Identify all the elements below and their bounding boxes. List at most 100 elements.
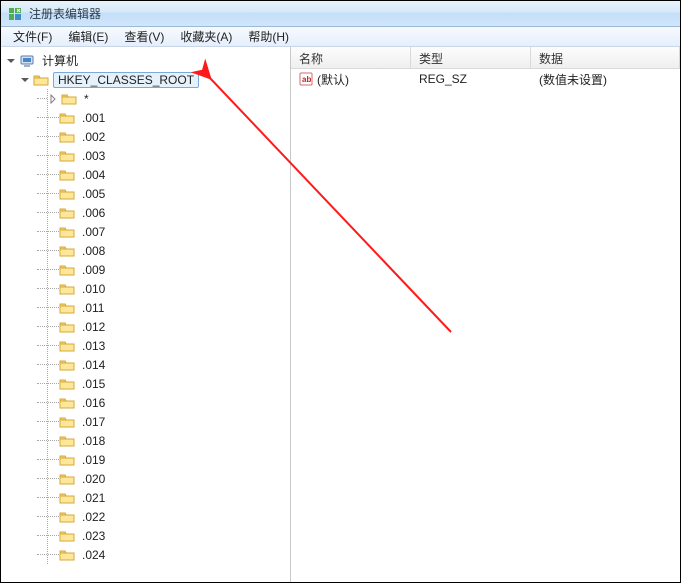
titlebar: 注册表编辑器: [1, 1, 680, 27]
tree-node-computer[interactable]: 计算机: [1, 51, 290, 70]
folder-icon: [59, 357, 75, 373]
tree-node-ext[interactable]: .001: [1, 108, 290, 127]
tree-node-ext[interactable]: .008: [1, 241, 290, 260]
tree-node-ext[interactable]: .004: [1, 165, 290, 184]
folder-icon: [59, 395, 75, 411]
tree-pane[interactable]: 计算机 HKEY_CLASSES_ROOT * .001 .002 .003 .004 .00…: [1, 47, 291, 582]
folder-icon: [59, 319, 75, 335]
value-type: REG_SZ: [411, 72, 531, 86]
value-data: (数值未设置): [531, 71, 680, 88]
menu-view[interactable]: 查看(V): [116, 27, 172, 46]
folder-icon: [59, 148, 75, 164]
column-data[interactable]: 数据: [531, 47, 680, 68]
tree-node-ext[interactable]: .005: [1, 184, 290, 203]
tree-label-ext: .006: [79, 206, 108, 220]
folder-icon: [33, 72, 49, 88]
tree-node-ext[interactable]: .012: [1, 317, 290, 336]
tree-node-ext[interactable]: .020: [1, 469, 290, 488]
folder-icon: [59, 338, 75, 354]
folder-icon: [59, 300, 75, 316]
value-name: (默认): [317, 71, 349, 88]
tree-node-ext[interactable]: .015: [1, 374, 290, 393]
tree-label-ext: .008: [79, 244, 108, 258]
tree-label-ext: .002: [79, 130, 108, 144]
values-pane: 名称 类型 数据 ab (默认) REG_SZ (数值未设置): [291, 47, 680, 582]
tree-node-ext[interactable]: .024: [1, 545, 290, 564]
expander-icon[interactable]: [5, 55, 17, 67]
tree-node-ext[interactable]: .002: [1, 127, 290, 146]
tree-node-ext[interactable]: .006: [1, 203, 290, 222]
expander-icon[interactable]: [19, 74, 31, 86]
tree-node-ext[interactable]: .011: [1, 298, 290, 317]
menubar: 文件(F) 编辑(E) 查看(V) 收藏夹(A) 帮助(H): [1, 27, 680, 47]
tree-node-ext[interactable]: .016: [1, 393, 290, 412]
tree-label-ext: .001: [79, 111, 108, 125]
tree-label-ext: .011: [79, 301, 107, 315]
tree-label-ext: .007: [79, 225, 108, 239]
menu-edit[interactable]: 编辑(E): [60, 27, 116, 46]
tree-label-ext: .024: [79, 548, 108, 562]
tree-node-ext[interactable]: .013: [1, 336, 290, 355]
folder-icon: [59, 243, 75, 259]
tree-label-ext: .016: [79, 396, 108, 410]
values-header: 名称 类型 数据: [291, 47, 680, 69]
menu-file[interactable]: 文件(F): [5, 27, 60, 46]
tree-label-ext: .013: [79, 339, 108, 353]
svg-text:ab: ab: [302, 75, 311, 84]
folder-icon: [59, 205, 75, 221]
tree-label-star: *: [81, 92, 92, 106]
registry-app-icon: [7, 6, 23, 22]
folder-icon: [59, 490, 75, 506]
tree-label-ext: .017: [79, 415, 108, 429]
tree-label-ext: .022: [79, 510, 108, 524]
folder-icon: [59, 547, 75, 563]
window-title: 注册表编辑器: [29, 5, 101, 22]
tree-label-ext: .014: [79, 358, 108, 372]
tree-label-ext: .003: [79, 149, 108, 163]
tree-label-ext: .021: [79, 491, 108, 505]
tree-node-hkcr[interactable]: HKEY_CLASSES_ROOT: [1, 70, 290, 89]
tree-node-ext[interactable]: .010: [1, 279, 290, 298]
tree-node-ext[interactable]: .014: [1, 355, 290, 374]
tree-label-ext: .004: [79, 168, 108, 182]
folder-icon: [59, 281, 75, 297]
tree-node-ext[interactable]: .021: [1, 488, 290, 507]
menu-favorites[interactable]: 收藏夹(A): [172, 27, 240, 46]
tree-node-star[interactable]: *: [1, 89, 290, 108]
folder-icon: [61, 91, 77, 107]
tree-node-ext[interactable]: .009: [1, 260, 290, 279]
folder-icon: [59, 167, 75, 183]
tree-node-ext[interactable]: .017: [1, 412, 290, 431]
column-type[interactable]: 类型: [411, 47, 531, 68]
expander-icon[interactable]: [47, 93, 59, 105]
tree-node-ext[interactable]: .018: [1, 431, 290, 450]
tree-label-ext: .015: [79, 377, 108, 391]
menu-help[interactable]: 帮助(H): [240, 27, 297, 46]
folder-icon: [59, 186, 75, 202]
tree-label-ext: .019: [79, 453, 108, 467]
tree-node-ext[interactable]: .022: [1, 507, 290, 526]
folder-icon: [59, 414, 75, 430]
tree-label-ext: .018: [79, 434, 108, 448]
folder-icon: [59, 262, 75, 278]
tree-node-ext[interactable]: .023: [1, 526, 290, 545]
folder-icon: [59, 433, 75, 449]
computer-icon: [19, 53, 35, 69]
tree-label-hkcr: HKEY_CLASSES_ROOT: [53, 72, 199, 88]
column-name[interactable]: 名称: [291, 47, 411, 68]
tree-label-ext: .012: [79, 320, 108, 334]
tree-node-ext[interactable]: .007: [1, 222, 290, 241]
string-value-icon: ab: [299, 72, 313, 86]
tree-label-ext: .010: [79, 282, 108, 296]
folder-icon: [59, 376, 75, 392]
tree-label-ext: .005: [79, 187, 108, 201]
tree-label-computer: 计算机: [39, 52, 81, 69]
values-body[interactable]: ab (默认) REG_SZ (数值未设置): [291, 69, 680, 582]
folder-icon: [59, 129, 75, 145]
tree-node-ext[interactable]: .019: [1, 450, 290, 469]
folder-icon: [59, 110, 75, 126]
value-row[interactable]: ab (默认) REG_SZ (数值未设置): [291, 69, 680, 89]
tree-node-ext[interactable]: .003: [1, 146, 290, 165]
folder-icon: [59, 452, 75, 468]
tree-label-ext: .023: [79, 529, 108, 543]
